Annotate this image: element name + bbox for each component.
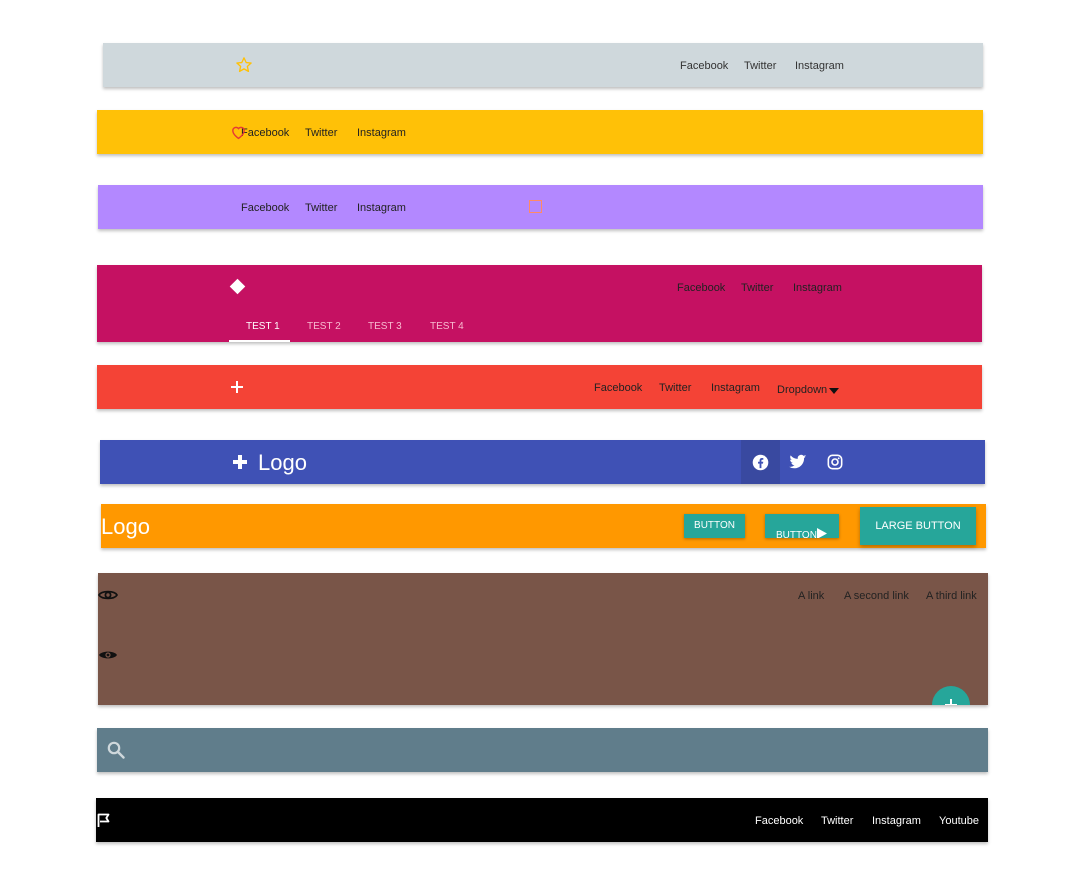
nav-link-facebook[interactable]: Facebook [680,60,728,72]
nav-link-twitter[interactable]: Twitter [659,382,691,394]
button-label: BUTTON [776,530,817,538]
eye-icon[interactable] [98,648,118,662]
navbar-3: Facebook Twitter Instagram [98,185,983,229]
heart-icon[interactable] [230,124,247,140]
plus-icon [945,699,957,705]
link-2[interactable]: A second link [844,590,909,602]
nav-link-facebook[interactable]: Facebook [755,815,803,827]
fab-button[interactable] [932,686,970,705]
navbar-5: Facebook Twitter Instagram Dropdown [97,365,982,409]
nav-link-facebook[interactable]: Facebook [677,282,725,294]
navbar-4: Facebook Twitter Instagram TEST 1 TEST 2… [97,265,982,342]
square-icon[interactable] [529,200,542,213]
instagram-icon[interactable] [827,454,843,470]
nav-link-twitter[interactable]: Twitter [821,815,853,827]
nav-link-facebook[interactable]: Facebook [241,202,289,214]
flag-icon[interactable] [97,813,111,827]
diamond-icon[interactable] [229,278,246,295]
tab-test-4[interactable]: TEST 4 [430,321,464,332]
nav-link-instagram[interactable]: Instagram [357,127,406,139]
navbar-8: A link A second link A third link [98,573,988,705]
dropdown-trigger[interactable]: Dropdown [777,384,827,396]
nav-link-instagram[interactable]: Instagram [711,382,760,394]
button-with-icon[interactable]: BUTTON [765,514,839,538]
tab-test-2[interactable]: TEST 2 [307,321,341,332]
play-icon [817,528,827,538]
navbar-6: Logo [100,440,985,484]
plus-icon[interactable] [230,380,244,394]
nav-link-twitter[interactable]: Twitter [744,60,776,72]
logo[interactable]: Logo [258,450,307,476]
nav-link-twitter[interactable]: Twitter [305,202,337,214]
link-1[interactable]: A link [798,590,824,602]
tab-test-1[interactable]: TEST 1 [246,321,280,332]
small-button[interactable]: BUTTON [684,514,745,538]
nav-link-facebook[interactable]: Facebook [241,127,289,139]
large-button[interactable]: LARGE BUTTON [860,507,976,545]
nav-link-instagram[interactable]: Instagram [357,202,406,214]
navbar-10: Facebook Twitter Instagram Youtube [96,798,988,842]
logo[interactable]: Logo [101,514,150,540]
nav-link-instagram[interactable]: Instagram [793,282,842,294]
nav-link-youtube[interactable]: Youtube [939,815,979,827]
navbar-7: Logo BUTTON BUTTON LARGE BUTTON [101,504,986,548]
nav-link-twitter[interactable]: Twitter [741,282,773,294]
link-3[interactable]: A third link [926,590,977,602]
search-icon[interactable] [107,741,125,759]
puzzle-icon [233,455,247,469]
nav-link-instagram[interactable]: Instagram [795,60,844,72]
caret-down-icon[interactable] [829,388,839,394]
star-icon[interactable] [235,56,253,74]
facebook-icon[interactable] [752,454,769,471]
eye-outline-icon[interactable] [98,588,118,602]
twitter-icon[interactable] [789,454,807,470]
navbar-2: Facebook Twitter Instagram [97,110,983,154]
nav-link-facebook[interactable]: Facebook [594,382,642,394]
tab-test-3[interactable]: TEST 3 [368,321,402,332]
nav-link-twitter[interactable]: Twitter [305,127,337,139]
tab-indicator [229,340,290,342]
nav-link-instagram[interactable]: Instagram [872,815,921,827]
navbar-9-search[interactable] [97,728,988,772]
navbar-1: Facebook Twitter Instagram [103,43,983,87]
